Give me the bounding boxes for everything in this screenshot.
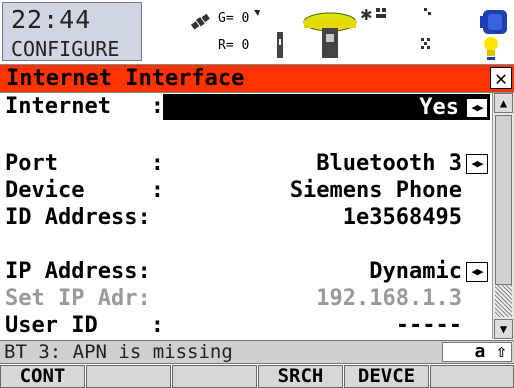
- scroll-up-button[interactable]: ▲: [494, 93, 513, 113]
- internet-select[interactable]: Yes ◀▶: [163, 94, 490, 120]
- close-button[interactable]: ✕: [490, 67, 512, 89]
- left-right-arrows-icon[interactable]: ◀▶: [466, 98, 488, 118]
- keyboard-icon: [376, 8, 386, 18]
- field-label: Set IP Adr:: [5, 286, 151, 311]
- title-bar: Internet Interface ✕: [0, 64, 514, 93]
- user-id-input[interactable]: -----: [396, 312, 462, 339]
- page-title: Internet Interface: [6, 66, 245, 91]
- light-indicator-icon: [484, 37, 498, 60]
- satellite-icon: [190, 13, 210, 30]
- field-label: IP Address:: [5, 259, 151, 284]
- form-panel: Internet : Yes ◀▶ Port : Bluetooth 3 ◀▶ …: [0, 93, 490, 339]
- field-port[interactable]: Port : Bluetooth 3 ◀▶: [0, 150, 490, 178]
- field-internet[interactable]: Internet : Yes ◀▶: [0, 93, 490, 121]
- field-label: User ID :: [5, 313, 164, 338]
- device-value: Siemens Phone: [289, 178, 462, 203]
- gps-r-count: R= 0: [218, 38, 249, 53]
- status-message: BT 3: APN is missing: [4, 341, 233, 363]
- id-address-value: 1e3568495: [342, 205, 462, 230]
- antenna-icon: [277, 32, 283, 58]
- softkey-f1-cont[interactable]: CONT: [0, 365, 85, 388]
- gps-g-count: G= 0: [218, 11, 249, 26]
- field-ip-address[interactable]: IP Address: Dynamic ◀▶: [0, 258, 490, 286]
- clock-panel: 22:44 CONFIGURE: [2, 2, 142, 61]
- scrollbar[interactable]: ▲ ▼: [492, 93, 514, 339]
- battery-icon: [480, 10, 507, 34]
- port-value[interactable]: Bluetooth 3: [316, 150, 462, 178]
- arrow-up-icon: ▲: [499, 96, 508, 110]
- scrollbar-track[interactable]: [495, 285, 512, 317]
- mode-label: CONFIGURE: [11, 37, 120, 61]
- field-label: Port :: [5, 151, 164, 176]
- set-ip-value: 192.168.1.3: [316, 286, 462, 311]
- close-icon: ✕: [494, 66, 508, 90]
- status-header: 22:44 CONFIGURE G= 0 R= 0 ✱: [0, 0, 514, 64]
- bluetooth-icon: ✱: [360, 6, 373, 24]
- clock: 22:44: [11, 5, 92, 34]
- left-right-arrows-icon[interactable]: ◀▶: [466, 262, 488, 282]
- internet-value: Yes: [419, 95, 459, 120]
- message-bar: BT 3: APN is missing a ⇧: [0, 340, 514, 364]
- softkey-f4-srch[interactable]: SRCH: [258, 365, 343, 388]
- sensor-status-bar: G= 0 R= 0 ✱: [190, 6, 507, 60]
- softkey-f6[interactable]: [430, 365, 514, 388]
- ip-address-value[interactable]: Dynamic: [369, 258, 462, 286]
- field-set-ip-adr: Set IP Adr: 192.168.1.3: [0, 285, 490, 313]
- field-label: ID Address:: [5, 205, 151, 230]
- softkey-f3[interactable]: [172, 365, 257, 388]
- field-user-id[interactable]: User ID : -----: [0, 312, 490, 339]
- scroll-down-button[interactable]: ▼: [494, 319, 513, 339]
- softkey-f2[interactable]: [86, 365, 171, 388]
- field-id-address: ID Address: 1e3568495: [0, 204, 490, 232]
- field-device: Device : Siemens Phone: [0, 177, 490, 205]
- cursor-mode-icon: [421, 8, 431, 49]
- scrollbar-thumb[interactable]: [495, 115, 512, 285]
- arrow-down-icon: ▼: [499, 322, 508, 336]
- field-label: Device :: [5, 178, 164, 203]
- softkey-bar: CONT SRCH DEVCE: [0, 365, 514, 388]
- input-mode-indicator: a ⇧: [442, 342, 512, 362]
- gnss-receiver-icon: [303, 12, 357, 58]
- softkey-f5-devce[interactable]: DEVCE: [344, 365, 429, 388]
- signal-tick-icon: [254, 10, 260, 16]
- left-right-arrows-icon[interactable]: ◀▶: [466, 154, 488, 174]
- field-label: Internet :: [5, 94, 164, 119]
